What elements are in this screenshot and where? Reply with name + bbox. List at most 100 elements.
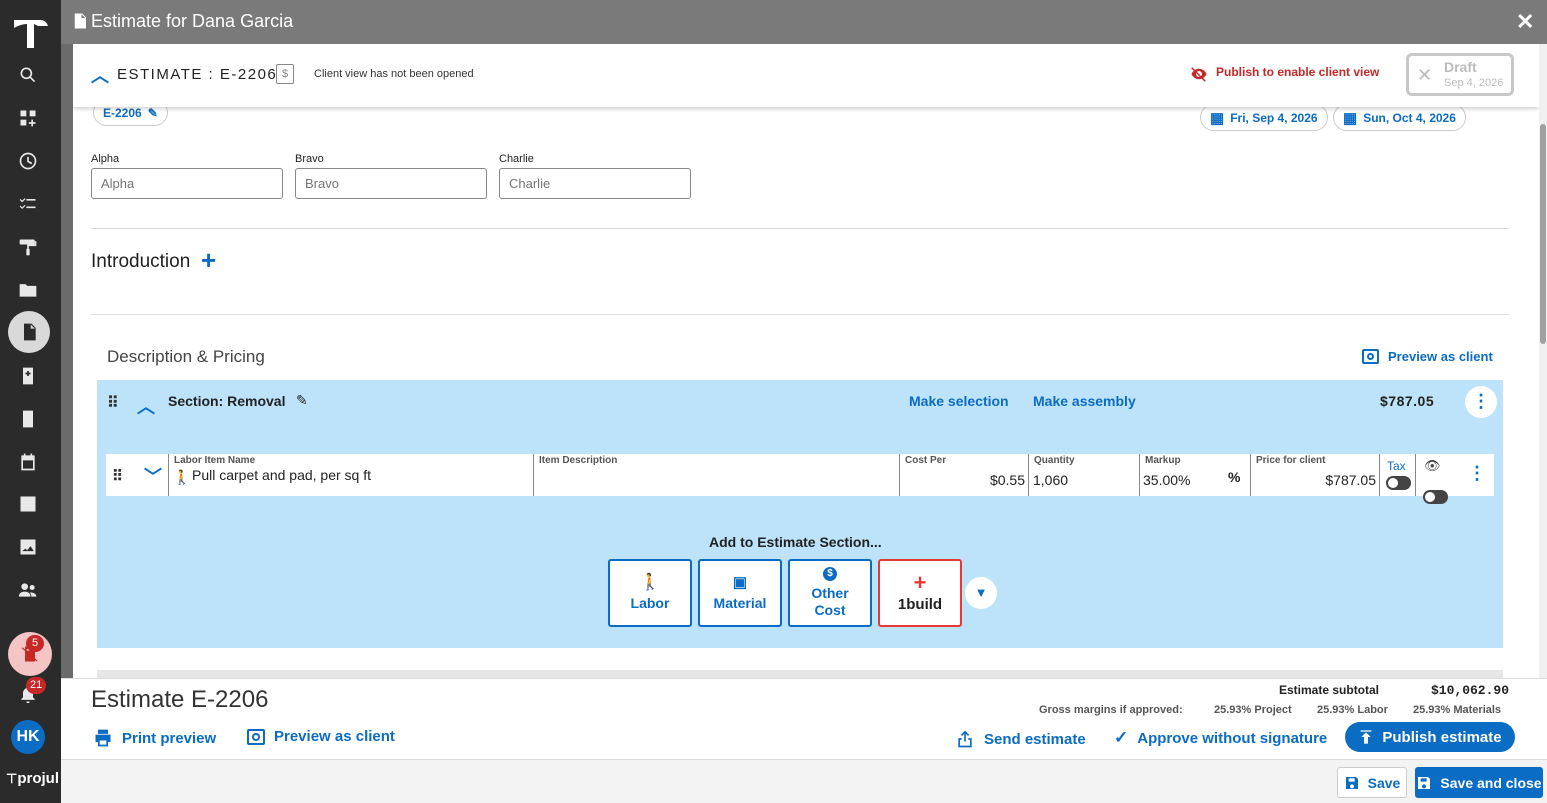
- preview-icon: [247, 728, 265, 745]
- add-material-label: Material: [713, 595, 767, 611]
- plus-icon: +: [913, 569, 927, 595]
- add-introduction-icon[interactable]: +: [201, 247, 216, 273]
- item-description-cell[interactable]: Item Description: [534, 454, 900, 496]
- make-assembly-link[interactable]: Make assembly: [1033, 393, 1136, 409]
- task-icon[interactable]: [14, 490, 42, 518]
- checklist-icon[interactable]: [14, 190, 42, 218]
- publish-estimate-button[interactable]: Publish estimate: [1345, 722, 1515, 752]
- end-date-chip[interactable]: ▦ Sun, Oct 4, 2026: [1333, 104, 1466, 131]
- visibility-toggle[interactable]: [1423, 490, 1448, 504]
- search-icon[interactable]: [14, 61, 42, 89]
- add-labor-label: Labor: [630, 595, 670, 611]
- start-date-chip[interactable]: ▦ Fri, Sep 4, 2026: [1200, 104, 1328, 131]
- scrollbar-thumb[interactable]: [1540, 124, 1546, 344]
- clock-icon[interactable]: [14, 147, 42, 175]
- custom-field-alpha: Alpha: [91, 153, 283, 199]
- markup-unit-toggle[interactable]: %: [1228, 469, 1240, 485]
- bill-icon[interactable]: [14, 405, 42, 433]
- markup-label: Markup: [1145, 455, 1181, 466]
- save-and-close-button[interactable]: Save and close: [1415, 767, 1543, 798]
- pricing-heading: Description & Pricing: [107, 347, 265, 366]
- approve-button[interactable]: ✓ Approve without signature: [1114, 728, 1327, 748]
- margin-materials: 25.93% Materials: [1413, 704, 1502, 716]
- cost-per-value: $0.55: [989, 472, 1025, 488]
- expand-item-icon[interactable]: ﹀: [144, 463, 162, 489]
- bravo-input[interactable]: [295, 168, 487, 199]
- collapse-section-icon[interactable]: ︿: [137, 393, 155, 419]
- subtotal-label: Estimate subtotal: [1279, 683, 1380, 697]
- cost-per-cell[interactable]: Cost Per $0.55: [900, 454, 1029, 496]
- markup-cell[interactable]: Markup 35.00% %: [1140, 454, 1251, 496]
- edit-icon[interactable]: ✎: [148, 106, 158, 120]
- save-icon: [1418, 776, 1431, 789]
- save-button[interactable]: Save: [1337, 767, 1407, 798]
- scrollbar-track[interactable]: [1539, 44, 1547, 759]
- item-menu-icon[interactable]: ⋮: [1468, 463, 1486, 484]
- cost-per-label: Cost Per: [905, 455, 947, 466]
- make-selection-link[interactable]: Make selection: [909, 393, 1009, 409]
- calendar-icon: ▦: [1210, 109, 1225, 127]
- people-icon[interactable]: [14, 576, 42, 604]
- preview-as-client-link[interactable]: Preview as client: [1362, 349, 1493, 364]
- add-1build-button[interactable]: + 1build: [878, 559, 962, 627]
- margin-labor: 25.93% Labor: [1317, 704, 1388, 716]
- item-name-label: Labor Item Name: [174, 455, 256, 466]
- margin-project: 25.93% Project: [1214, 704, 1292, 716]
- edit-section-icon[interactable]: ✎: [296, 392, 308, 409]
- drag-handle-icon[interactable]: ⠿: [112, 467, 123, 485]
- brand-logo: ⊤projul: [6, 770, 59, 787]
- draft-status: Draft: [1444, 59, 1477, 75]
- divider: [1415, 454, 1416, 496]
- print-preview-button[interactable]: Print preview: [93, 728, 216, 748]
- more-options-chevron-icon[interactable]: ▼: [965, 577, 997, 609]
- printer-icon: [95, 729, 111, 747]
- end-date: Sun, Oct 4, 2026: [1363, 110, 1456, 125]
- send-estimate-button[interactable]: Send estimate: [955, 728, 1086, 750]
- preview-icon: [1362, 349, 1379, 364]
- margins-label: Gross margins if approved:: [1039, 704, 1183, 716]
- start-date: Fri, Sep 4, 2026: [1230, 110, 1318, 125]
- add-labor-button[interactable]: 🚶 Labor: [608, 559, 692, 627]
- section-title: Section: Removal: [168, 393, 286, 409]
- client-view-status: Client view has not been opened: [314, 68, 474, 80]
- preview-client-button[interactable]: Preview as client: [247, 728, 395, 745]
- drag-handle-icon[interactable]: ⠿: [107, 393, 119, 413]
- footer-title: Estimate E-2206: [91, 686, 269, 713]
- invoice-icon[interactable]: [14, 362, 42, 390]
- bottom-action-bar: Save Save and close: [61, 759, 1547, 803]
- estimate-icon[interactable]: [8, 311, 50, 353]
- custom-field-charlie: Charlie: [499, 153, 691, 199]
- estimate-footer: Estimate E-2206 Estimate subtotal $10,06…: [61, 678, 1547, 759]
- quantity-label: Quantity: [1034, 455, 1075, 466]
- hammer-logo-icon[interactable]: [8, 10, 52, 54]
- dashboard-icon[interactable]: [14, 104, 42, 132]
- roller-icon[interactable]: [14, 233, 42, 261]
- folder-icon[interactable]: [14, 276, 42, 304]
- dollar-doc-icon: $: [276, 64, 294, 84]
- brand-name: projul: [17, 770, 59, 787]
- section-menu-icon[interactable]: ⋮: [1465, 386, 1497, 418]
- item-name-cell[interactable]: Labor Item Name 🚶 Pull carpet and pad, p…: [168, 454, 534, 496]
- publish-icon: [1361, 730, 1372, 744]
- tax-label: Tax: [1387, 459, 1406, 473]
- close-icon[interactable]: ✕: [1516, 9, 1534, 35]
- estimate-label: ESTIMATE : E-2206: [117, 66, 278, 83]
- item-description-label: Item Description: [539, 455, 618, 466]
- charlie-input[interactable]: [499, 168, 691, 199]
- eye-icon: 👁: [1424, 458, 1441, 473]
- alpha-input[interactable]: [91, 168, 283, 199]
- introduction-heading: Introduction: [91, 251, 191, 272]
- tax-toggle[interactable]: [1386, 476, 1411, 490]
- add-material-button[interactable]: ▣ Material: [698, 559, 782, 627]
- notifications-badge: 21: [26, 677, 47, 694]
- calendar-icon[interactable]: [14, 448, 42, 476]
- avatar[interactable]: HK: [11, 720, 45, 754]
- price-label: Price for client: [1256, 455, 1326, 466]
- add-other-cost-button[interactable]: $ Other Cost: [788, 559, 872, 627]
- estimate-number: E-2206: [103, 105, 142, 120]
- quantity-cell[interactable]: Quantity 1,060: [1029, 454, 1140, 496]
- photo-icon[interactable]: [14, 533, 42, 561]
- item-name: Pull carpet and pad, per sq ft: [192, 467, 371, 483]
- collapse-icon[interactable]: ︿: [91, 62, 109, 88]
- markup-value: 35.00%: [1143, 472, 1191, 488]
